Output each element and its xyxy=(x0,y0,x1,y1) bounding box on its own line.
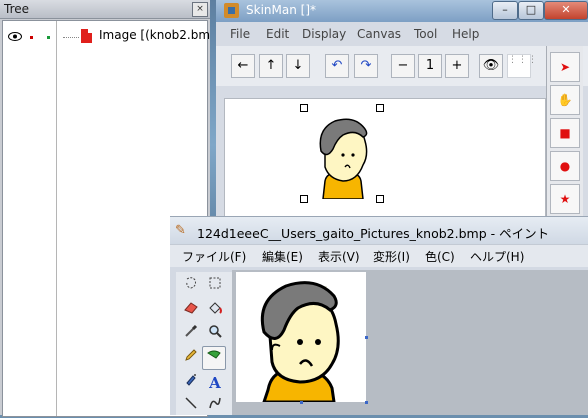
paint-canvas-area xyxy=(232,270,588,415)
lock-marker-icon[interactable] xyxy=(30,36,33,39)
resize-handle[interactable] xyxy=(365,401,368,404)
undo-button[interactable]: ↶ xyxy=(325,54,349,78)
eraser-icon[interactable] xyxy=(180,300,202,322)
skinman-side-toolbar: ➤ ✋ ■ ● ★ xyxy=(546,46,583,236)
arrow-down-button[interactable]: ↓ xyxy=(286,54,310,78)
character-image-small xyxy=(319,118,368,199)
menu-help-jp[interactable]: ヘルプ(H) xyxy=(470,248,524,265)
redo-button[interactable]: ↷ xyxy=(354,54,378,78)
paint-toolbox: A xyxy=(176,272,232,415)
menu-transform-jp[interactable]: 変形(I) xyxy=(373,248,410,265)
paint-window: ✎ 124d1eeeC__Users_gaito_Pictures_knob2.… xyxy=(170,216,588,415)
rectangle-tool-icon[interactable]: ■ xyxy=(550,118,580,148)
paint-titlebar[interactable]: ✎ 124d1eeeC__Users_gaito_Pictures_knob2.… xyxy=(170,216,588,245)
zoom-fit-button[interactable]: 1 xyxy=(418,54,442,78)
menu-display[interactable]: Display xyxy=(302,27,346,41)
ellipse-tool-icon[interactable]: ● xyxy=(550,151,580,181)
paint-title: 124d1eeeC__Users_gaito_Pictures_knob2.bm… xyxy=(197,226,550,241)
color-picker-icon[interactable] xyxy=(180,324,202,346)
close-button[interactable]: ✕ xyxy=(544,1,588,20)
paint-app-icon: ✎ xyxy=(175,223,186,238)
eye-icon[interactable] xyxy=(8,31,22,44)
selection-handle[interactable] xyxy=(300,104,308,112)
menu-help[interactable]: Help xyxy=(452,27,479,41)
menu-edit[interactable]: Edit xyxy=(266,27,289,41)
zoom-out-button[interactable]: − xyxy=(391,54,415,78)
resize-handle[interactable] xyxy=(365,336,368,339)
menu-edit-jp[interactable]: 編集(E) xyxy=(262,248,303,265)
paint-canvas[interactable] xyxy=(236,272,366,404)
skinman-canvas[interactable] xyxy=(224,98,553,313)
hand-tool-icon[interactable]: ✋ xyxy=(550,85,580,115)
brush-icon[interactable] xyxy=(202,346,226,370)
tree-connector xyxy=(63,37,79,38)
menu-file-jp[interactable]: ファイル(F) xyxy=(182,248,246,265)
free-select-icon[interactable] xyxy=(180,276,202,298)
character-image-large xyxy=(260,281,340,404)
menu-color-jp[interactable]: 色(C) xyxy=(425,248,455,265)
menu-canvas[interactable]: Canvas xyxy=(357,27,401,41)
minimize-button[interactable]: – xyxy=(492,1,518,20)
tree-titlebar[interactable]: Tree × xyxy=(0,0,210,19)
menu-tool[interactable]: Tool xyxy=(414,27,437,41)
skinman-titlebar[interactable]: SkinMan []* – □ ✕ xyxy=(216,0,588,22)
selection-handle[interactable] xyxy=(376,104,384,112)
visibility-marker-icon[interactable] xyxy=(47,36,50,39)
pencil-icon[interactable] xyxy=(180,348,202,370)
airbrush-icon[interactable] xyxy=(180,372,202,394)
grid-toggle-button[interactable]: ⋮⋮⋮ xyxy=(507,54,537,78)
fill-icon[interactable] xyxy=(204,300,226,322)
tree-item-image[interactable]: Image [(knob2.bm xyxy=(99,28,210,42)
rect-select-icon[interactable] xyxy=(204,276,226,298)
eye-icon[interactable]: 👁 xyxy=(479,54,503,78)
menu-file[interactable]: File xyxy=(230,27,250,41)
resize-handle[interactable] xyxy=(300,401,303,404)
arrow-left-button[interactable]: ← xyxy=(231,54,255,78)
tree-title: Tree xyxy=(4,2,30,16)
menu-view-jp[interactable]: 表示(V) xyxy=(318,248,360,265)
zoom-in-button[interactable]: + xyxy=(445,54,469,78)
arrow-up-button[interactable]: ↑ xyxy=(259,54,283,78)
text-icon[interactable]: A xyxy=(204,372,226,394)
paint-menubar: ファイル(F) 編集(E) 表示(V) 変形(I) 色(C) ヘルプ(H) xyxy=(170,244,588,267)
skinman-app-icon xyxy=(224,3,239,18)
maximize-button[interactable]: □ xyxy=(518,1,544,20)
skinman-menubar: File Edit Display Canvas Tool Help xyxy=(216,25,588,43)
star-tool-icon[interactable]: ★ xyxy=(550,184,580,214)
pointer-tool-icon[interactable]: ➤ xyxy=(550,52,580,82)
magnifier-icon[interactable] xyxy=(204,324,226,346)
image-doc-icon xyxy=(81,29,92,43)
tree-column-divider xyxy=(56,21,57,416)
tree-close-button[interactable]: × xyxy=(192,2,208,17)
skinman-toolbar: ← ↑ ↓ ↶ ↷ − 1 + 👁 ⋮⋮⋮ xyxy=(216,46,588,86)
skinman-title: SkinMan []* xyxy=(246,3,316,17)
